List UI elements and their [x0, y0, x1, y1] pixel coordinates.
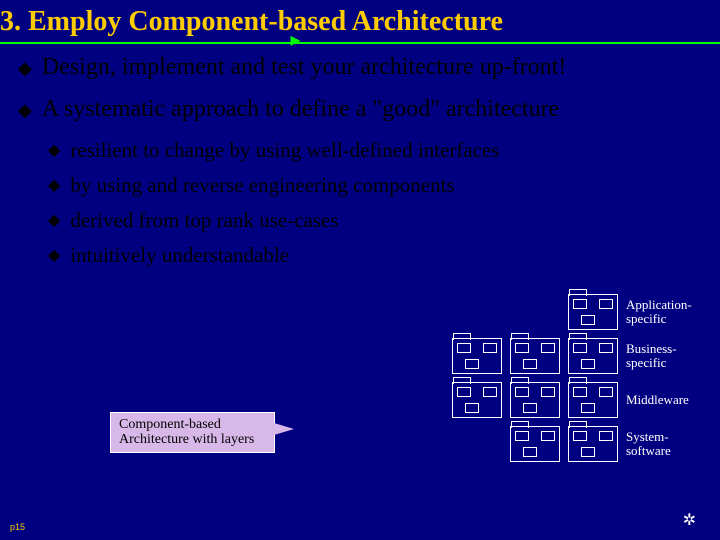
layer-label: Business-specific	[626, 342, 706, 369]
bullet-icon: ◆	[48, 138, 60, 163]
package-icon	[452, 382, 502, 418]
bullet-icon: ◆	[48, 243, 60, 268]
package-icon	[510, 426, 560, 462]
package-icon	[452, 338, 502, 374]
sub-bullet-item: ◆ resilient to change by using well-defi…	[48, 138, 708, 163]
bullet-text: by using and reverse engineering compone…	[70, 173, 454, 198]
sub-bullet-item: ◆ by using and reverse engineering compo…	[48, 173, 708, 198]
layer-row: System-software	[416, 422, 706, 466]
bullet-text: A systematic approach to define a "good"…	[42, 96, 559, 124]
package-icon	[510, 338, 560, 374]
package-icon	[568, 426, 618, 462]
bullet-text: resilient to change by using well-define…	[70, 138, 499, 163]
title-text: 3. Employ Component-based Architecture	[0, 6, 503, 37]
layer-row: Application-specific	[416, 290, 706, 334]
bullet-text: Design, implement and test your architec…	[42, 54, 567, 82]
layer-label: Middleware	[626, 393, 706, 407]
bullet-text: derived from top rank use-cases	[70, 208, 338, 233]
bullet-icon: ◆	[18, 96, 32, 124]
logo-icon: ✲	[683, 510, 696, 530]
bullet-item: ◆ Design, implement and test your archit…	[18, 54, 708, 82]
bullet-text: intuitively understandable	[70, 243, 289, 268]
slide-title: 3. Employ Component-based Architecture ▶	[0, 0, 720, 44]
callout-box: Component-based Architecture with layers	[110, 412, 275, 453]
bullet-item: ◆ A systematic approach to define a "goo…	[18, 96, 708, 124]
callout-text: Component-based Architecture with layers	[119, 417, 254, 447]
content-area: ◆ Design, implement and test your archit…	[0, 54, 720, 268]
arrow-icon: ▶	[291, 33, 300, 48]
bullet-icon: ◆	[18, 54, 32, 82]
sub-bullet-item: ◆ derived from top rank use-cases	[48, 208, 708, 233]
package-icon	[568, 338, 618, 374]
layer-row: Middleware	[416, 378, 706, 422]
architecture-diagram: Application-specific Business-specific M…	[416, 290, 706, 500]
bullet-icon: ◆	[48, 208, 60, 233]
layer-label: Application-specific	[626, 298, 706, 325]
package-icon	[510, 382, 560, 418]
layer-row: Business-specific	[416, 334, 706, 378]
package-icon	[568, 382, 618, 418]
bullet-icon: ◆	[48, 173, 60, 198]
layer-label: System-software	[626, 430, 706, 457]
package-icon	[568, 294, 618, 330]
page-number: p15	[10, 522, 25, 532]
sub-bullet-item: ◆ intuitively understandable	[48, 243, 708, 268]
